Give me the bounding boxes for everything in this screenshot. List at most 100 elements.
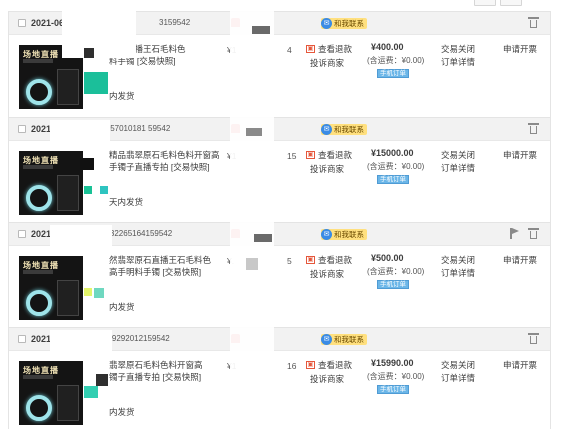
product-description[interactable]: 翡翠原石毛料色料开窗高 镯子直播专拍 [交易快照] [109,359,221,383]
order-detail-link[interactable]: 订单详情 [441,372,475,384]
product-title-line: 镯子直播专拍 [交易快照] [109,372,202,382]
order-checkbox[interactable] [18,230,26,238]
complain-seller-link[interactable]: 投诉商家 [310,163,344,175]
order-status: 交易关闭 [441,150,476,160]
product-description[interactable]: 然翡翠原石直播王石毛料色 高手明料手镯 [交易快照] [109,254,221,278]
refund-icon: ▣ [306,45,315,53]
pixel-mosaic [84,386,98,398]
product-title-line: 然翡翠原石直播王石毛料色 [109,255,212,265]
chat-icon: ✉ [321,334,332,345]
order-checkbox[interactable] [18,335,26,343]
contact-label: 和我联系 [334,230,364,239]
mobile-order-badge: 手机订单 [377,385,409,394]
product-thumbnail[interactable]: 场地直播 [19,361,83,425]
pixel-mosaic [94,288,104,298]
view-refund-link[interactable]: ▣ 查看退款 [306,149,352,161]
quantity: 15 [287,151,297,161]
contact-label: 和我联系 [334,19,364,28]
mobile-order-badge: 手机订单 [377,69,409,78]
quantity: 4 [287,45,292,55]
order-detail-link[interactable]: 订单详情 [441,267,475,279]
redaction-block [62,0,136,58]
chat-icon: ✉ [321,229,332,240]
product-title-line: 手镯子直播专拍 [交易快照] [109,162,210,172]
order-body: 场地直播 然翡翠原石直播王石毛料色 高手明料手镯 [交易快照] 内发货 ¥. 5… [9,246,550,328]
product-title-line: 精品翡翠原石毛料色料开窗高 [109,150,220,160]
view-refund-link[interactable]: ▣ 查看退款 [306,43,352,55]
order-status: 交易关闭 [441,44,476,54]
pixel-mosaic [84,72,108,94]
mobile-order-badge: 手机订单 [377,280,409,289]
order-detail-link[interactable]: 订单详情 [441,56,475,68]
shipping-fee: (含运费：¥0.00) [367,56,425,65]
product-thumbnail[interactable]: 场地直播 [19,256,83,320]
shipping-note: 天内发货 [109,197,144,207]
chat-icon: ✉ [321,124,332,135]
trash-icon[interactable] [528,17,539,28]
refund-label: 查看退款 [318,360,353,370]
complain-seller-link[interactable]: 投诉商家 [310,57,344,69]
pixel-mosaic [100,186,108,194]
flag-icon[interactable] [510,228,520,239]
pixel-mosaic [84,48,94,58]
refund-label: 查看退款 [318,44,353,54]
prev-page-button[interactable] [474,0,496,6]
refund-icon: ▣ [306,256,315,264]
pixel-mosaic [254,234,272,242]
pixel-mosaic [84,186,92,194]
contact-seller-button[interactable]: ✉ 和我联系 [321,334,367,345]
order-total: ¥15990.00 [371,358,414,368]
contact-label: 和我联系 [334,335,364,344]
pixel-mosaic [96,374,108,386]
order-number: 379292012159542 [103,334,170,343]
contact-seller-button[interactable]: ✉ 和我联系 [321,18,367,29]
complain-seller-link[interactable]: 投诉商家 [310,373,344,385]
refund-label: 查看退款 [318,255,353,265]
request-invoice-link[interactable]: 申请开票 [503,43,537,55]
quantity: 5 [287,256,292,266]
order-status: 交易关闭 [441,255,476,265]
pixel-mosaic [246,128,262,136]
mobile-order-badge: 手机订单 [377,175,409,184]
product-thumbnail[interactable]: 场地直播 [19,151,83,215]
shipping-note: 内发货 [109,91,135,101]
order-total: ¥15000.00 [371,148,414,158]
redaction-strip [230,0,274,429]
contact-label: 和我联系 [334,125,364,134]
order-status: 交易关闭 [441,360,476,370]
complain-seller-link[interactable]: 投诉商家 [310,268,344,280]
view-refund-link[interactable]: ▣ 查看退款 [306,359,352,371]
refund-icon: ▣ [306,151,315,159]
order-total: ¥500.00 [371,253,404,263]
pixel-mosaic [80,158,94,170]
view-refund-link[interactable]: ▣ 查看退款 [306,254,352,266]
contact-seller-button[interactable]: ✉ 和我联系 [321,124,367,135]
contact-seller-button[interactable]: ✉ 和我联系 [321,229,367,240]
next-page-button[interactable] [500,0,522,6]
order-checkbox[interactable] [18,125,26,133]
order-detail-link[interactable]: 订单详情 [441,162,475,174]
redaction-block [50,225,112,249]
shipping-fee: (含运费：¥0.00) [367,162,425,171]
trash-icon[interactable] [528,123,539,134]
pixel-mosaic [252,26,270,34]
request-invoice-link[interactable]: 申请开票 [503,149,537,161]
request-invoice-link[interactable]: 申请开票 [503,359,537,371]
pixel-mosaic [84,288,92,296]
product-description[interactable]: 精品翡翠原石毛料色料开窗高 手镯子直播专拍 [交易快照] [109,149,221,173]
product-title-line: 高手明料手镯 [交易快照] [109,267,202,277]
order-checkbox[interactable] [18,19,26,27]
shipping-fee: (含运费：¥0.00) [367,267,425,276]
order-number: 3159542 [159,18,191,27]
redaction-block [50,120,110,144]
shipping-note: 内发货 [109,407,135,417]
redaction-block [50,330,112,354]
shipping-fee: (含运费：¥0.00) [367,372,425,381]
refund-label: 查看退款 [318,150,353,160]
trash-icon[interactable] [528,333,539,344]
refund-icon: ▣ [306,361,315,369]
quantity: 16 [287,361,297,371]
trash-icon[interactable] [528,228,539,239]
pixel-mosaic [246,258,258,270]
request-invoice-link[interactable]: 申请开票 [503,254,537,266]
